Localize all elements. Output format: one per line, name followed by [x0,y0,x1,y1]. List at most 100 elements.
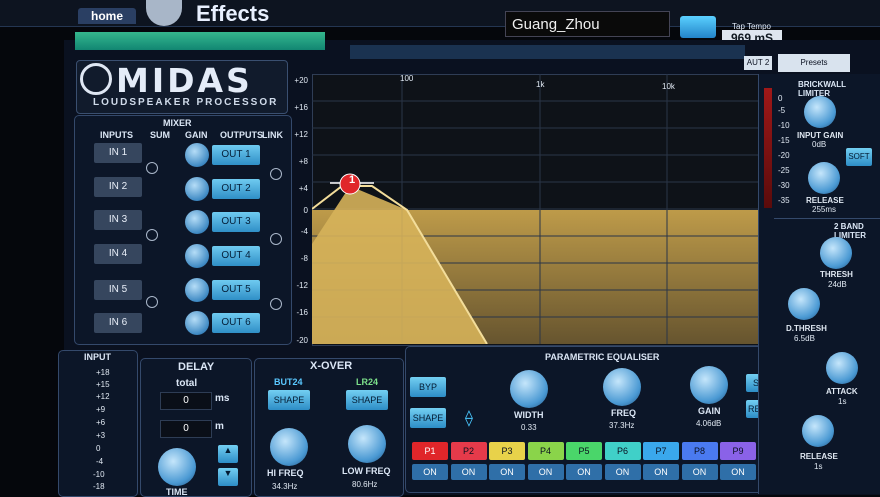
db-tick: +16 [294,103,308,112]
peq-band-3-button[interactable]: P3 [489,442,525,460]
meter-tick: -10 [93,470,105,479]
peq-band-8-button[interactable]: P8 [681,442,718,460]
peq-band-6-on-button[interactable]: ON [604,464,641,480]
presets-button[interactable]: Presets [778,54,850,72]
peq-gain-knob[interactable] [690,366,728,404]
dthresh-knob[interactable] [788,288,820,320]
attack-value: 1s [838,397,847,406]
peq-band-1-button[interactable]: P1 [412,442,448,460]
scene-name-field[interactable]: Guang_Zhou [505,11,670,37]
db-tick: -4 [300,227,308,236]
delay-ms-unit: ms [215,393,230,404]
home-tab[interactable]: home [78,8,136,24]
delay-m-field[interactable]: 0 [160,420,212,438]
limiter-release-knob[interactable] [808,162,840,194]
thresh-knob[interactable] [820,237,852,269]
peq-band-1-on-button[interactable]: ON [412,464,448,480]
gain-knob-3[interactable] [185,210,209,234]
db-tick: -16 [296,308,308,317]
peq-freq-knob[interactable] [603,368,641,406]
peq-width-knob[interactable] [510,370,548,408]
attack-label: ATTACK [826,387,858,396]
delay-m-unit: m [215,421,224,432]
meter-tick: +6 [96,418,106,427]
db-tick: +12 [294,130,308,139]
input-5-button[interactable]: IN 5 [94,280,142,300]
attack-knob[interactable] [826,352,858,384]
link-toggle-icon[interactable] [270,168,282,180]
peq-band-5-on-button[interactable]: ON [566,464,602,480]
output-5-button[interactable]: OUT 5 [212,280,260,300]
db-tick: 0 [303,206,308,215]
freq-tick: 100 [400,74,414,83]
delay-title: DELAY [178,361,215,373]
xover-low-shape-button[interactable]: SHAPE [346,390,388,410]
delay-total-label: total [176,378,198,389]
gain-knob-2[interactable] [185,177,209,201]
peq-band-7-button[interactable]: P7 [643,442,679,460]
peq-band-6-button[interactable]: P6 [604,442,641,460]
peq-band-9-button[interactable]: P9 [720,442,756,460]
peq-band-9-on-button[interactable]: ON [720,464,756,480]
peq-title: PARAMETRIC EQUALISER [545,352,660,362]
effect-slot-strip[interactable] [75,32,325,50]
peq-band-2-on-button[interactable]: ON [450,464,487,480]
compressor-release-label: RELEASE [800,452,838,461]
input-3-button[interactable]: IN 3 [94,210,142,230]
dthresh-label: D.THRESH [786,324,827,333]
output-6-button[interactable]: OUT 6 [212,313,260,333]
peq-band-3-on-button[interactable]: ON [489,464,525,480]
meter-tick: +18 [96,368,110,377]
auto-button[interactable]: AUT 2 [744,56,772,70]
dthresh-value: 6.5dB [794,334,815,343]
gain-knob-1[interactable] [185,143,209,167]
sum-node-icon[interactable] [146,296,158,308]
delay-ms-field[interactable]: 0 [160,392,212,410]
peq-freq-value: 37.3Hz [609,421,635,430]
gain-knob-6[interactable] [185,311,209,335]
peq-bypass-button[interactable]: BYP [410,377,446,397]
low-freq-knob[interactable] [348,425,386,463]
peq-band-5-button[interactable]: P5 [566,442,602,460]
limiter-soft-button[interactable]: SOFT [846,148,872,166]
hi-freq-knob[interactable] [270,428,308,466]
output-4-button[interactable]: OUT 4 [212,246,260,266]
link-toggle-icon[interactable] [270,233,282,245]
input-2-button[interactable]: IN 2 [94,177,142,197]
xover-hi-shape-button[interactable]: SHAPE [268,390,310,410]
peq-shape-button[interactable]: SHAPE [410,408,446,428]
gain-knob-5[interactable] [185,278,209,302]
compressor-release-knob[interactable] [802,415,834,447]
peq-width-label: WIDTH [514,410,544,420]
delay-down-icon[interactable]: ▼ [218,468,238,486]
limiter-meter [764,88,772,208]
peq-band-4-button[interactable]: P4 [527,442,564,460]
peq-band-7-on-button[interactable]: ON [643,464,679,480]
tap-button[interactable] [680,16,716,38]
output-1-button[interactable]: OUT 1 [212,145,260,165]
delay-up-icon[interactable]: ▲ [218,445,238,463]
eq-band-marker-label[interactable]: 1 [346,174,358,186]
db-tick: -20 [296,336,308,345]
delay-time-knob[interactable] [158,448,196,486]
limiter-scale-tick: -20 [778,151,790,160]
limiter-title: BRICKWALL LIMITER [798,80,846,98]
db-tick: +4 [298,184,308,193]
input-6-button[interactable]: IN 6 [94,313,142,333]
input-1-button[interactable]: IN 1 [94,143,142,163]
peq-band-2-button[interactable]: P2 [450,442,487,460]
output-3-button[interactable]: OUT 3 [212,212,260,232]
brand-logo: MIDAS [116,61,253,100]
limiter-release-value: 255ms [812,205,837,214]
link-toggle-icon[interactable] [270,298,282,310]
filter-shape-icon: ⟠ [465,410,473,427]
gain-knob-4[interactable] [185,244,209,268]
peq-band-8-on-button[interactable]: ON [681,464,718,480]
brand-subtitle: LOUDSPEAKER PROCESSOR [93,97,279,108]
sum-node-icon[interactable] [146,162,158,174]
output-2-button[interactable]: OUT 2 [212,179,260,199]
limiter-input-gain-knob[interactable] [804,96,836,128]
sum-node-icon[interactable] [146,229,158,241]
peq-band-4-on-button[interactable]: ON [527,464,564,480]
input-4-button[interactable]: IN 4 [94,244,142,264]
